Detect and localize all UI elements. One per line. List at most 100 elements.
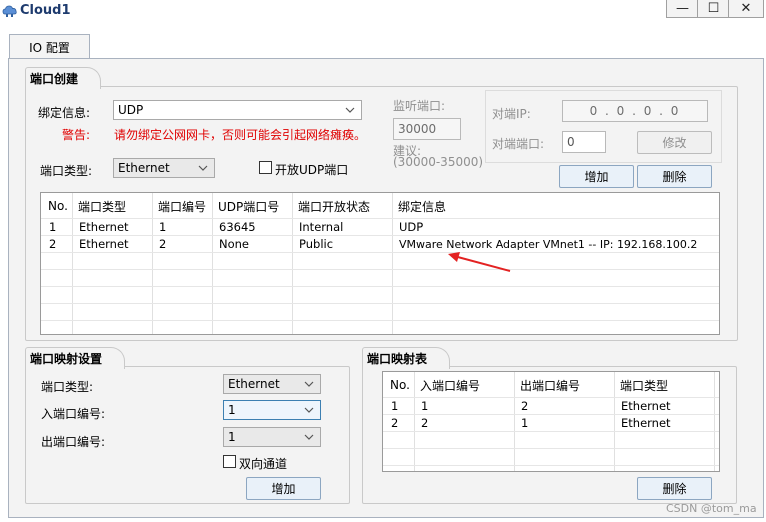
maximize-icon: ☐ bbox=[707, 1, 720, 16]
cell: 2 bbox=[49, 237, 57, 251]
add-mapping-label: 增加 bbox=[271, 482, 296, 496]
table-row[interactable]: 1 Ethernet 1 63645 Internal UDP bbox=[41, 219, 719, 235]
binding-select[interactable]: UDP bbox=[113, 100, 362, 120]
cell: Ethernet bbox=[79, 237, 129, 251]
in-port-value: 1 bbox=[228, 403, 236, 417]
out-port-label: 出端口编号: bbox=[41, 435, 106, 449]
cell: UDP bbox=[399, 220, 424, 234]
row-divider bbox=[41, 303, 719, 304]
window-title: Cloud1 bbox=[20, 3, 71, 18]
out-port-select[interactable]: 1 bbox=[223, 427, 321, 447]
col-header: 端口类型 bbox=[78, 199, 127, 214]
minimize-icon: — bbox=[676, 1, 689, 16]
port-type-label: 端口类型: bbox=[40, 164, 93, 178]
warning-label: 警告: bbox=[62, 128, 91, 142]
cell: 2 bbox=[421, 416, 429, 430]
cell: 2 bbox=[159, 237, 167, 251]
col-header: 端口编号 bbox=[158, 199, 207, 214]
col-header: No. bbox=[48, 199, 68, 213]
cell: 1 bbox=[159, 220, 167, 234]
peer-port-input[interactable]: 0 bbox=[562, 131, 606, 153]
delete-mapping-label: 删除 bbox=[662, 482, 687, 496]
watermark: CSDN @tom_ma bbox=[666, 502, 757, 515]
row-divider bbox=[41, 320, 719, 321]
out-port-value: 1 bbox=[228, 430, 236, 444]
row-divider bbox=[41, 269, 719, 270]
table-row[interactable]: 1 1 2 Ethernet bbox=[383, 398, 719, 414]
chevron-down-icon bbox=[198, 165, 208, 171]
listen-port-label: 监听端口: bbox=[393, 99, 446, 113]
peer-port-label: 对端端口: bbox=[492, 137, 545, 151]
peer-ip-value: 0 . 0 . 0 . 0 bbox=[589, 104, 681, 118]
cell: Ethernet bbox=[621, 399, 671, 413]
minimize-button[interactable]: — bbox=[666, 0, 699, 18]
chevron-down-icon bbox=[304, 381, 314, 387]
port-map-settings-title: 端口映射设置 bbox=[25, 347, 126, 369]
col-header: 绑定信息 bbox=[398, 199, 447, 214]
listen-port-input[interactable]: 30000 bbox=[393, 118, 461, 140]
column-divider bbox=[392, 193, 393, 334]
maximize-button[interactable]: ☐ bbox=[697, 0, 730, 18]
binding-label: 绑定信息: bbox=[38, 106, 91, 120]
peer-ip-input[interactable]: 0 . 0 . 0 . 0 bbox=[562, 100, 708, 122]
col-header: No. bbox=[390, 378, 410, 392]
peer-port-value: 0 bbox=[567, 135, 575, 149]
open-udp-checkbox[interactable] bbox=[259, 161, 272, 174]
delete-port-label: 删除 bbox=[662, 170, 687, 184]
map-port-type-select[interactable]: Ethernet bbox=[223, 374, 321, 394]
red-arrow-annotation bbox=[448, 252, 511, 272]
add-port-button[interactable]: 增加 bbox=[559, 165, 634, 188]
bidirectional-checkbox[interactable] bbox=[223, 455, 236, 468]
table-row[interactable]: 2 2 1 Ethernet bbox=[383, 415, 719, 431]
col-header: 出端口编号 bbox=[520, 378, 581, 393]
cell: Ethernet bbox=[79, 220, 129, 234]
cell: 63645 bbox=[219, 220, 256, 234]
tab-label: IO 配置 bbox=[29, 40, 70, 55]
title-bar bbox=[0, 0, 766, 22]
chevron-down-icon bbox=[345, 107, 355, 113]
listen-port-value: 30000 bbox=[398, 122, 437, 136]
port-create-title: 端口创建 bbox=[25, 67, 102, 89]
cell: Public bbox=[299, 237, 334, 251]
modify-button[interactable]: 修改 bbox=[637, 131, 712, 154]
tab-io-config[interactable]: IO 配置 bbox=[9, 34, 90, 59]
port-table: No. 端口类型 端口编号 UDP端口号 端口开放状态 绑定信息 1 Ether… bbox=[40, 192, 720, 335]
add-port-label: 增加 bbox=[584, 170, 609, 184]
cell: 1 bbox=[391, 399, 399, 413]
peer-ip-label: 对端IP: bbox=[492, 107, 531, 121]
col-header: 入端口编号 bbox=[420, 378, 481, 393]
port-map-table: No. 入端口编号 出端口编号 端口类型 1 1 2 Ethernet 2 2 … bbox=[382, 371, 720, 472]
chevron-down-icon bbox=[304, 434, 314, 440]
open-udp-label: 开放UDP端口 bbox=[275, 163, 349, 177]
port-type-value: Ethernet bbox=[118, 161, 170, 175]
table-row[interactable]: 2 Ethernet 2 None Public VMware Network … bbox=[41, 236, 719, 252]
map-port-type-value: Ethernet bbox=[228, 377, 280, 391]
row-divider bbox=[383, 431, 719, 432]
cell: 2 bbox=[521, 399, 529, 413]
column-divider bbox=[212, 193, 213, 334]
delete-mapping-button[interactable]: 删除 bbox=[637, 477, 712, 500]
cell: Ethernet bbox=[621, 416, 671, 430]
row-divider bbox=[383, 448, 719, 449]
column-divider bbox=[292, 193, 293, 334]
column-divider bbox=[152, 193, 153, 334]
chevron-down-icon bbox=[304, 407, 314, 413]
cell: 1 bbox=[521, 416, 529, 430]
close-icon: ✕ bbox=[740, 1, 752, 16]
col-header: 端口开放状态 bbox=[298, 199, 371, 214]
add-mapping-button[interactable]: 增加 bbox=[246, 477, 321, 500]
col-header: UDP端口号 bbox=[218, 199, 280, 214]
row-divider bbox=[383, 465, 719, 466]
in-port-select[interactable]: 1 bbox=[223, 400, 321, 420]
port-type-select[interactable]: Ethernet bbox=[113, 158, 215, 178]
suggest-range: (30000-35000) bbox=[393, 155, 484, 169]
cell: 1 bbox=[421, 399, 429, 413]
cell: VMware Network Adapter VMnet1 -- IP: 192… bbox=[399, 237, 698, 251]
delete-port-button[interactable]: 删除 bbox=[637, 165, 712, 188]
bidirectional-label: 双向通道 bbox=[239, 457, 288, 471]
close-button[interactable]: ✕ bbox=[728, 0, 764, 18]
column-divider bbox=[72, 193, 73, 334]
port-map-table-title: 端口映射表 bbox=[362, 347, 451, 369]
col-header: 端口类型 bbox=[620, 378, 669, 393]
map-port-type-label: 端口类型: bbox=[41, 380, 94, 394]
